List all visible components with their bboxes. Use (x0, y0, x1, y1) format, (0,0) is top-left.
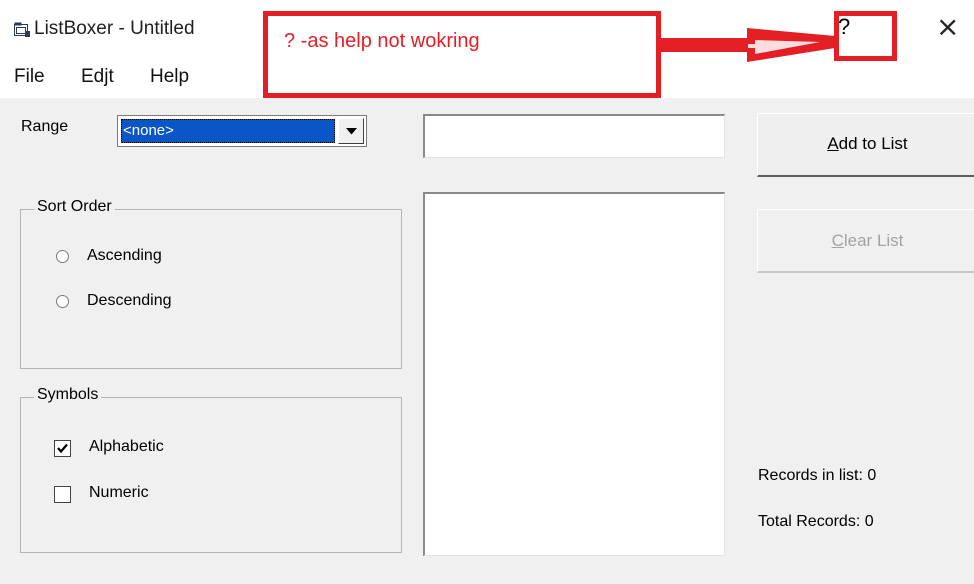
chevron-down-icon (346, 128, 357, 135)
entry-textbox[interactable] (423, 114, 725, 158)
app-icon (14, 22, 30, 37)
alphabetic-label[interactable]: Alphabetic (89, 438, 164, 456)
descending-radio[interactable] (56, 295, 69, 308)
annotation-text: ? -as help not wokring (284, 30, 480, 52)
dropdown-arrow-button[interactable] (338, 118, 364, 144)
total-records-label: Total Records: 0 (758, 513, 874, 530)
add-to-list-button[interactable]: Add to List (757, 113, 974, 177)
window-title: ListBoxer - Untitled (34, 18, 195, 39)
numeric-label[interactable]: Numeric (89, 484, 149, 502)
clear-accel: C (831, 231, 844, 250)
menu-file[interactable]: File (14, 66, 45, 88)
alphabetic-checkbox[interactable] (54, 440, 71, 457)
menu-edit[interactable]: Edjt (81, 66, 114, 88)
menu-help[interactable]: Help (150, 66, 189, 88)
sort-order-group (20, 209, 402, 369)
numeric-checkbox[interactable] (54, 486, 71, 503)
records-in-list-label: Records in list: 0 (758, 467, 877, 484)
sort-order-title: Sort Order (34, 198, 115, 216)
clear-label-rest: lear List (843, 231, 904, 250)
range-combobox[interactable]: <none> (117, 115, 367, 147)
range-selected-value[interactable]: <none> (121, 119, 335, 143)
symbols-group (20, 397, 402, 553)
ascending-radio[interactable] (56, 250, 69, 263)
checkmark-icon (57, 443, 68, 454)
annotation-help-highlight (834, 11, 897, 61)
annotation-arrow-icon (661, 28, 835, 62)
records-listbox[interactable] (423, 192, 725, 556)
symbols-title: Symbols (34, 386, 102, 404)
add-accel: A (827, 134, 839, 153)
ascending-label[interactable]: Ascending (87, 247, 162, 265)
descending-label[interactable]: Descending (87, 292, 172, 310)
range-label: Range (21, 118, 69, 135)
close-button[interactable]: × (936, 10, 959, 43)
clear-list-button[interactable]: Clear List (757, 209, 974, 273)
annotation-callout-box (263, 11, 661, 98)
add-label-rest: dd to List (838, 134, 908, 153)
